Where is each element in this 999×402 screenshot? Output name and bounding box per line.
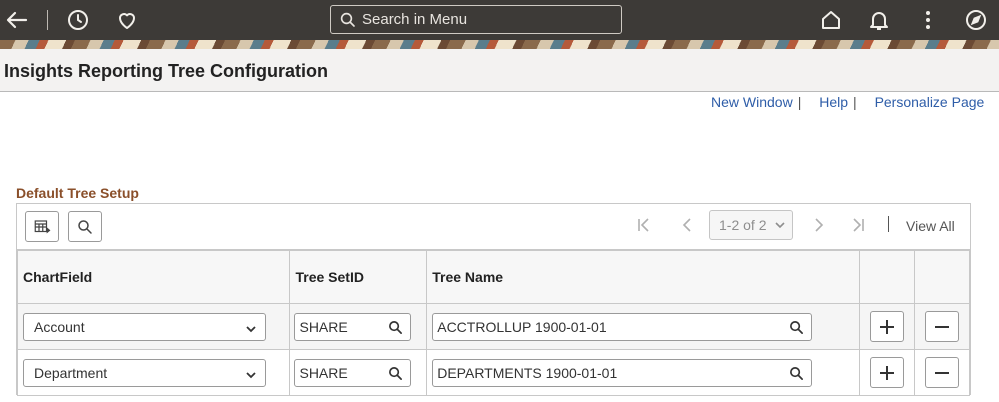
back-icon[interactable] — [4, 7, 30, 33]
chevron-down-icon — [246, 326, 256, 333]
next-page-icon[interactable] — [811, 217, 827, 238]
help-link[interactable]: Help — [819, 94, 848, 110]
chartfield-value: Department — [34, 365, 108, 381]
minus-icon — [935, 325, 950, 328]
plus-icon — [880, 319, 895, 334]
chartfield-cell: Department — [16, 349, 291, 396]
history-icon[interactable] — [65, 7, 91, 33]
plus-icon — [880, 365, 895, 380]
tree-setid-cell: SHARE — [289, 303, 428, 350]
tree-setup-table: ChartField Tree SetID Tree Name Account … — [16, 250, 970, 396]
chevron-down-icon — [246, 372, 256, 379]
minus-icon — [935, 371, 950, 374]
column-header-tree-name: Tree Name — [426, 250, 861, 304]
tree-name-field[interactable]: DEPARTMENTS 1900-01-01 — [432, 359, 813, 387]
tree-name-field[interactable]: ACCTROLLUP 1900-01-01 — [432, 313, 813, 341]
chartfield-value: Account — [34, 319, 85, 335]
view-all-link[interactable]: View All — [906, 218, 955, 234]
delete-cell — [914, 349, 970, 396]
default-tree-setup-grid: 1-2 of 2 View All ChartField Tree SetID … — [16, 203, 971, 396]
search-icon — [78, 219, 92, 234]
navbar-icon[interactable] — [963, 7, 989, 33]
tree-name-value: DEPARTMENTS 1900-01-01 — [437, 365, 618, 381]
new-window-link[interactable]: New Window — [711, 94, 793, 110]
page-title-bar: Insights Reporting Tree Configuration — [0, 49, 999, 92]
column-header-chartfield: ChartField — [16, 250, 291, 304]
header-separator — [47, 10, 48, 30]
chartfield-select[interactable]: Account — [23, 313, 266, 341]
chevron-down-icon — [775, 222, 785, 229]
add-cell — [859, 349, 916, 396]
lookup-icon[interactable] — [388, 366, 403, 381]
favorites-icon[interactable] — [114, 7, 140, 33]
lookup-icon[interactable] — [789, 366, 804, 381]
toolbar-separator — [888, 216, 889, 232]
tree-name-cell: DEPARTMENTS 1900-01-01 — [426, 349, 861, 396]
personalize-page-link[interactable]: Personalize Page — [875, 94, 985, 110]
home-icon[interactable] — [818, 7, 844, 33]
tree-name-value: ACCTROLLUP 1900-01-01 — [437, 319, 607, 335]
add-row-button[interactable] — [870, 311, 905, 342]
first-page-icon[interactable] — [636, 217, 652, 238]
page-links: New Window | Help | Personalize Page — [711, 94, 984, 110]
last-page-icon[interactable] — [850, 217, 866, 238]
add-cell — [859, 303, 916, 350]
tree-setid-field[interactable]: SHARE — [294, 359, 412, 387]
column-header-delete — [914, 250, 970, 304]
tree-setid-cell: SHARE — [289, 349, 428, 396]
lookup-icon[interactable] — [388, 320, 403, 335]
search-icon — [340, 12, 355, 27]
header-decorative-band — [0, 40, 999, 49]
column-header-add — [859, 250, 916, 304]
actions-menu-icon[interactable] — [915, 7, 941, 33]
delete-row-button[interactable] — [925, 357, 960, 388]
row-range-value: 1-2 of 2 — [719, 217, 767, 233]
lookup-icon[interactable] — [789, 320, 804, 335]
top-navigation-bar: Search in Menu — [0, 0, 999, 49]
delete-cell — [914, 303, 970, 350]
table-header-row: ChartField Tree SetID Tree Name — [16, 250, 970, 304]
row-range-select[interactable]: 1-2 of 2 — [709, 210, 793, 240]
link-separator: | — [853, 94, 857, 110]
chartfield-cell: Account — [16, 303, 291, 350]
link-separator: | — [797, 94, 802, 110]
search-placeholder: Search in Menu — [362, 11, 468, 28]
menu-search-input[interactable]: Search in Menu — [330, 5, 622, 34]
tree-setid-field[interactable]: SHARE — [294, 313, 412, 341]
grid-toolbar: 1-2 of 2 View All — [17, 204, 970, 250]
table-row: Account SHARE ACCTROLLUP 1900-01-01 — [16, 303, 970, 350]
delete-row-button[interactable] — [925, 311, 960, 342]
table-row: Department SHARE DEPARTMENTS 1900-01-01 — [16, 349, 970, 396]
chartfield-select[interactable]: Department — [23, 359, 266, 387]
tree-setid-value: SHARE — [299, 365, 348, 381]
personalize-grid-button[interactable] — [25, 211, 59, 242]
previous-page-icon[interactable] — [679, 217, 695, 238]
add-row-button[interactable] — [870, 357, 905, 388]
tree-name-cell: ACCTROLLUP 1900-01-01 — [426, 303, 861, 350]
find-in-grid-button[interactable] — [68, 211, 102, 242]
tree-setid-value: SHARE — [299, 319, 348, 335]
section-title: Default Tree Setup — [16, 185, 139, 201]
column-header-tree-setid: Tree SetID — [289, 250, 428, 304]
page-title: Insights Reporting Tree Configuration — [4, 61, 328, 81]
notifications-icon[interactable] — [866, 7, 892, 33]
grid-settings-icon — [34, 219, 51, 234]
